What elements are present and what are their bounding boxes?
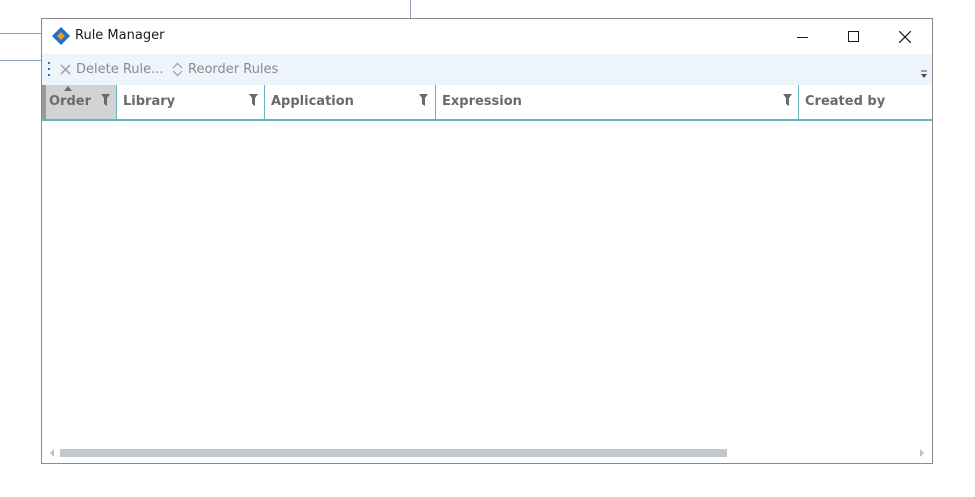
title-bar[interactable]: Rule Manager	[42, 19, 932, 54]
sort-ascending-icon	[64, 86, 72, 91]
toolbar-overflow-icon[interactable]	[919, 68, 929, 80]
reorder-rules-button[interactable]: Reorder Rules	[172, 61, 278, 77]
column-label-order: Order	[49, 94, 91, 109]
delete-rule-label: Delete Rule...	[76, 61, 164, 77]
background-window-edge	[0, 60, 41, 61]
horizontal-scrollbar[interactable]	[42, 443, 932, 463]
delete-x-icon	[60, 64, 71, 74]
reorder-updown-icon	[172, 62, 183, 76]
minimize-icon	[797, 36, 808, 38]
maximize-icon	[848, 30, 859, 42]
close-icon	[899, 30, 911, 43]
background-window-edge	[0, 33, 41, 34]
filter-icon[interactable]	[419, 94, 428, 106]
column-label-expression: Expression	[442, 94, 522, 109]
delete-rule-button[interactable]: Delete Rule...	[60, 61, 164, 77]
background-window-edge	[410, 0, 411, 18]
scroll-left-icon[interactable]	[48, 448, 56, 458]
grid-body[interactable]	[42, 121, 932, 444]
column-label-library: Library	[123, 94, 176, 109]
maximize-button[interactable]	[831, 19, 877, 54]
close-button[interactable]	[882, 19, 928, 54]
window-title: Rule Manager	[75, 28, 165, 43]
column-header-application[interactable]: Application	[265, 85, 436, 119]
column-label-application: Application	[271, 94, 354, 109]
minimize-button[interactable]	[780, 19, 826, 54]
app-logo-icon	[52, 27, 70, 45]
toolbar-grip-icon[interactable]	[48, 62, 51, 76]
column-header-created-by[interactable]: Created by	[799, 85, 932, 119]
column-header-expression[interactable]: Expression	[436, 85, 799, 119]
scroll-thumb[interactable]	[60, 449, 727, 457]
rule-manager-window: Rule Manager Delete Rule... Reorder Rule…	[41, 18, 933, 464]
column-header-order[interactable]: Order	[42, 85, 117, 119]
column-label-created-by: Created by	[805, 94, 886, 109]
reorder-rules-label: Reorder Rules	[188, 61, 279, 77]
scroll-track[interactable]	[60, 449, 915, 457]
filter-icon[interactable]	[249, 94, 258, 106]
column-header-library[interactable]: Library	[117, 85, 265, 119]
grid-header: Order Library Application Expression Cre	[42, 85, 932, 121]
scroll-right-icon[interactable]	[918, 448, 926, 458]
filter-icon[interactable]	[101, 94, 110, 106]
filter-icon[interactable]	[783, 94, 792, 106]
toolbar: Delete Rule... Reorder Rules	[42, 54, 932, 85]
